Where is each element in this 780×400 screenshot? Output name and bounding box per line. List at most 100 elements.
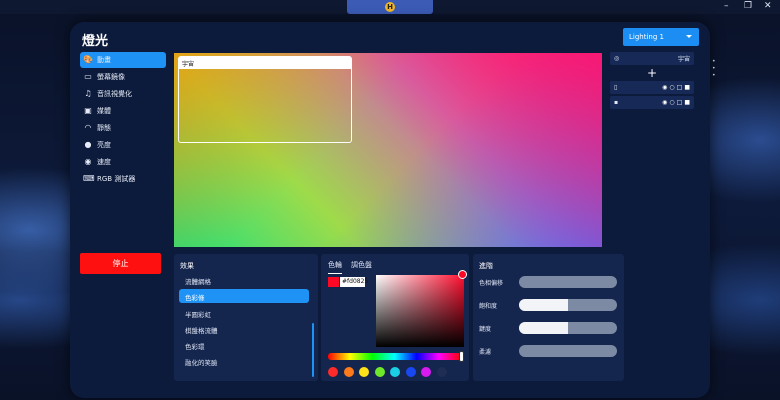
color-swatch[interactable] bbox=[421, 367, 431, 377]
adv-label: 色相偏移 bbox=[479, 280, 504, 287]
effects-scrollbar[interactable] bbox=[312, 323, 314, 377]
advanced-panel: 進階 色相偏移 飽和度 鍵度 柔濾 bbox=[473, 254, 624, 381]
adv-row-brightness: 鍵度 bbox=[479, 322, 619, 334]
sidebar-item-label: 媒體 bbox=[97, 107, 111, 115]
sidebar-item-media[interactable]: ▣ 媒體 bbox=[80, 103, 166, 119]
current-color-swatch bbox=[328, 277, 339, 287]
color-swatch[interactable] bbox=[436, 367, 447, 377]
saturation-value-picker[interactable] bbox=[376, 275, 464, 347]
chevron-down-icon bbox=[686, 35, 692, 38]
checkbox-filled-icon[interactable]: ■ bbox=[684, 84, 690, 91]
saturation-slider[interactable] bbox=[519, 299, 617, 311]
device-strip-icon: ▯ bbox=[614, 84, 618, 91]
cosmos-icon: ◎ bbox=[614, 55, 620, 62]
layer-group-label: 宇宙 bbox=[677, 56, 690, 63]
sidebar-item-label: 靜態 bbox=[97, 124, 111, 132]
close-button[interactable]: ✕ bbox=[764, 1, 772, 11]
device-dropdown-value: Lighting 1 bbox=[629, 33, 664, 41]
adv-row-saturation: 飽和度 bbox=[479, 299, 619, 311]
speed-icon: ◉ bbox=[84, 157, 92, 166]
color-swatch[interactable] bbox=[390, 367, 400, 377]
static-icon: ◠ bbox=[84, 123, 92, 132]
color-swatch[interactable] bbox=[405, 367, 416, 377]
sidebar-item-screen-mirror[interactable]: ▭ 螢幕鏡像 bbox=[80, 69, 166, 85]
effects-panel: 效果 流體網格 色彩條 半圓彩虹 棋盤格流體 色彩環 融化的笑臉 bbox=[174, 254, 318, 381]
sidebar-item-label: 速度 bbox=[97, 158, 111, 166]
palette-icon: 🎨 bbox=[83, 55, 93, 64]
tab-color-wheel[interactable]: 色輪 bbox=[328, 260, 342, 274]
list-item[interactable]: 棋盤格流體 bbox=[179, 322, 309, 336]
adv-label: 柔濾 bbox=[479, 349, 492, 356]
tab-palette[interactable]: 調色盤 bbox=[351, 260, 372, 274]
more-options-icon[interactable]: • • • bbox=[712, 58, 717, 79]
target-icon[interactable]: ○ bbox=[669, 99, 674, 106]
advanced-title: 進階 bbox=[479, 262, 493, 270]
picker-knob[interactable] bbox=[458, 270, 467, 279]
layer-row[interactable]: ▪ ◉ ○ □ ■ bbox=[610, 96, 694, 109]
maximize-button[interactable]: ❐ bbox=[744, 1, 752, 11]
device-dropdown[interactable]: Lighting 1 bbox=[623, 28, 699, 46]
list-item[interactable]: 融化的笑臉 bbox=[179, 354, 309, 368]
color-swatch[interactable] bbox=[328, 367, 338, 377]
sidebar-item-rgb-tester[interactable]: ⌨ RGB 測試器 bbox=[80, 171, 166, 187]
sidebar-item-static[interactable]: ◠ 靜態 bbox=[80, 120, 166, 136]
keyboard-icon: ⌨ bbox=[83, 174, 95, 183]
sidebar-item-label: 亮度 bbox=[97, 141, 111, 149]
adv-label: 飽和度 bbox=[479, 303, 498, 310]
checkbox-filled-icon[interactable]: ■ bbox=[684, 99, 690, 106]
adv-row-hue-shift: 色相偏移 bbox=[479, 276, 619, 288]
zone-box[interactable]: 宇宙 bbox=[178, 56, 352, 143]
sidebar-item-label: 螢幕鏡像 bbox=[97, 73, 125, 81]
hue-slider-knob[interactable] bbox=[459, 351, 464, 362]
hue-slider[interactable] bbox=[328, 353, 461, 360]
layer-row[interactable]: ▯ ◉ ○ □ ■ bbox=[610, 81, 694, 94]
hue-shift-slider[interactable] bbox=[519, 276, 617, 288]
app-logo-icon: H bbox=[385, 2, 395, 12]
checkbox-empty-icon[interactable]: □ bbox=[677, 84, 683, 91]
color-panel: 色輪 調色盤 #fd0825 bbox=[321, 254, 469, 381]
color-swatch[interactable] bbox=[374, 367, 385, 377]
os-titlebar: H – ❐ ✕ bbox=[0, 0, 780, 14]
effect-preview-canvas[interactable]: 宇宙 bbox=[174, 53, 602, 247]
add-layer-button[interactable]: + bbox=[610, 65, 694, 81]
preset-swatches bbox=[328, 367, 452, 377]
sidebar-item-label: 動畫 bbox=[97, 56, 111, 64]
sidebar-item-animation[interactable]: 🎨 動畫 bbox=[80, 52, 166, 68]
list-item[interactable]: 色彩環 bbox=[179, 338, 309, 352]
sidebar-item-audio-visualizer[interactable]: ♫ 音訊視覺化 bbox=[80, 86, 166, 102]
list-item[interactable]: 色彩條 bbox=[179, 289, 309, 304]
titlebar-app-badge: H bbox=[347, 0, 433, 14]
stop-button[interactable]: 停止 bbox=[80, 253, 161, 274]
color-swatch[interactable] bbox=[343, 367, 354, 377]
effects-title: 效果 bbox=[180, 262, 194, 270]
list-item[interactable]: 半圓彩虹 bbox=[179, 306, 309, 320]
device-chip-icon: ▪ bbox=[614, 99, 619, 106]
adv-label: 鍵度 bbox=[479, 326, 492, 333]
zone-label: 宇宙 bbox=[179, 57, 351, 69]
sidebar-item-label: 音訊視覺化 bbox=[97, 90, 132, 98]
bulb-icon: ● bbox=[84, 140, 92, 149]
image-icon: ▣ bbox=[84, 106, 92, 115]
eye-icon[interactable]: ◉ bbox=[662, 84, 667, 91]
softness-slider[interactable] bbox=[519, 345, 617, 357]
target-icon[interactable]: ○ bbox=[669, 84, 674, 91]
minimize-button[interactable]: – bbox=[724, 1, 729, 11]
slider-fill bbox=[519, 322, 568, 334]
eye-icon[interactable]: ◉ bbox=[662, 99, 667, 106]
monitor-icon: ▭ bbox=[84, 72, 92, 81]
music-note-icon: ♫ bbox=[84, 89, 92, 98]
hex-input[interactable]: #fd0825 bbox=[340, 277, 368, 287]
sidebar-item-speed[interactable]: ◉ 速度 bbox=[80, 154, 166, 170]
checkbox-empty-icon[interactable]: □ bbox=[677, 99, 683, 106]
layers-panel: ◎ 宇宙 + ▯ ◉ ○ □ ■ ▪ ◉ ○ □ ■ bbox=[610, 52, 694, 111]
color-swatch[interactable] bbox=[359, 367, 369, 377]
page-title: 燈光 bbox=[82, 34, 109, 49]
color-tabs: 色輪 調色盤 bbox=[328, 260, 381, 274]
layer-group-header[interactable]: ◎ 宇宙 bbox=[610, 52, 694, 65]
effects-list: 流體網格 色彩條 半圓彩虹 棋盤格流體 色彩環 融化的笑臉 bbox=[179, 273, 309, 371]
list-item[interactable]: 流體網格 bbox=[179, 273, 309, 287]
brightness-slider[interactable] bbox=[519, 322, 617, 334]
lighting-window: 燈光 Lighting 1 🎨 動畫 ▭ 螢幕鏡像 ♫ 音訊視覺化 ▣ 媒體 ◠… bbox=[70, 22, 716, 398]
sidebar-nav: 🎨 動畫 ▭ 螢幕鏡像 ♫ 音訊視覺化 ▣ 媒體 ◠ 靜態 ● 亮度 ◉ 速度 … bbox=[80, 52, 166, 188]
sidebar-item-brightness[interactable]: ● 亮度 bbox=[80, 137, 166, 153]
